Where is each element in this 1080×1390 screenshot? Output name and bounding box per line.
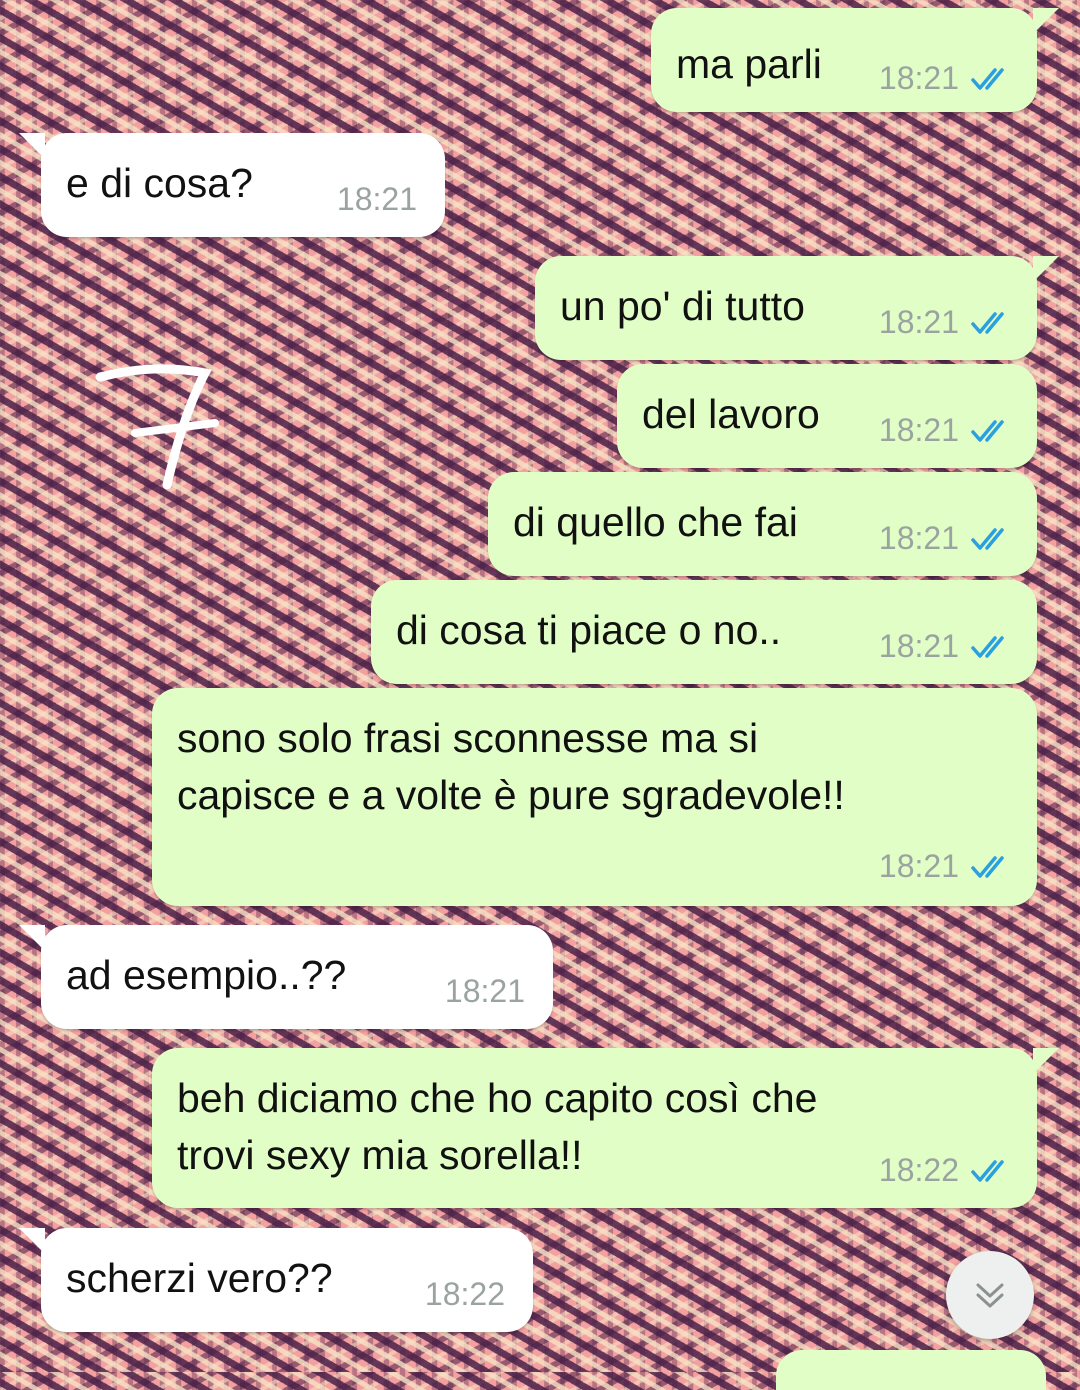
message-text: scherzi vero?? (66, 1255, 333, 1301)
message-text-line: trovi sexy mia sorella!! (177, 1132, 583, 1178)
message-meta: 18:21 (337, 181, 417, 218)
message-text: un po' di tutto (560, 283, 805, 329)
message-time: 18:22 (878, 1152, 959, 1188)
message-bubble-incoming[interactable]: ad esempio..?? 18:21 (19, 925, 553, 1029)
double-check-icon (971, 419, 1004, 442)
message-time: 18:21 (444, 973, 525, 1009)
message-time: 18:21 (878, 304, 959, 340)
bubble-tail (1033, 256, 1059, 282)
double-check-icon (971, 311, 1004, 334)
message-bubble-outgoing[interactable]: un po' di tutto 18:21 (535, 256, 1059, 360)
message-time: 18:21 (878, 412, 959, 448)
bubble-tail (19, 133, 45, 159)
message-time: 18:21 (878, 848, 959, 884)
bubble-tail (1033, 8, 1059, 34)
double-check-icon (971, 1159, 1004, 1182)
wallpaper-seven-mark (95, 364, 219, 490)
bubble-tail (1033, 1048, 1059, 1074)
message-time: 18:21 (878, 60, 959, 96)
chevron-double-down-icon (976, 1283, 1004, 1308)
message-time: 18:21 (878, 520, 959, 556)
message-meta: 18:21 (445, 973, 525, 1010)
message-bubble-incoming[interactable]: e di cosa? 18:21 (19, 133, 445, 237)
message-text-line: capisce e a volte è pure sgradevole!! (177, 772, 845, 818)
message-time: 18:21 (878, 628, 959, 664)
message-text: e di cosa? (66, 160, 253, 206)
message-meta: 18:21 (879, 848, 1015, 885)
message-text: di cosa ti piace o no.. (396, 607, 782, 653)
bubble-tail (19, 1228, 45, 1254)
message-bubble-outgoing[interactable]: di cosa ti piace o no.. 18:21 (371, 580, 1037, 684)
message-bubble-outgoing[interactable]: di quello che fai 18:21 (488, 472, 1037, 576)
message-meta: 18:21 (879, 304, 1015, 341)
message-bubble-outgoing[interactable]: ma parli 18:21 (651, 8, 1059, 112)
message-time: 18:22 (424, 1276, 505, 1312)
message-bubble-outgoing[interactable]: del lavoro 18:21 (617, 364, 1037, 468)
message-text-line: sono solo frasi sconnesse ma si (177, 715, 759, 761)
double-check-icon (971, 855, 1004, 878)
message-time: 18:21 (336, 181, 417, 217)
message-text: ma parli (676, 41, 822, 87)
message-meta: 18:21 (879, 520, 1015, 557)
message-text: del lavoro (642, 391, 820, 437)
message-meta: 18:22 (425, 1276, 505, 1313)
message-bubble-outgoing[interactable]: beh diciamo che ho capito così che trovi… (152, 1048, 1059, 1208)
message-text: ad esempio..?? (66, 952, 347, 998)
message-meta: 18:22 (879, 1152, 1015, 1189)
message-meta: 18:21 (879, 628, 1015, 665)
message-text-line: beh diciamo che ho capito così che (177, 1075, 818, 1121)
message-bubble-outgoing-partial (776, 1350, 1046, 1390)
bubble-tail (19, 925, 45, 951)
scroll-to-bottom-button[interactable] (946, 1251, 1034, 1339)
double-check-icon (971, 527, 1004, 550)
double-check-icon (971, 635, 1004, 658)
message-bubble-incoming[interactable]: scherzi vero?? 18:22 (19, 1228, 533, 1332)
double-check-icon (971, 67, 1004, 90)
message-text: di quello che fai (513, 499, 798, 545)
message-bubble-outgoing[interactable]: sono solo frasi sconnesse ma si capisce … (152, 688, 1037, 906)
message-meta: 18:21 (879, 60, 1015, 97)
message-meta: 18:21 (879, 412, 1015, 449)
